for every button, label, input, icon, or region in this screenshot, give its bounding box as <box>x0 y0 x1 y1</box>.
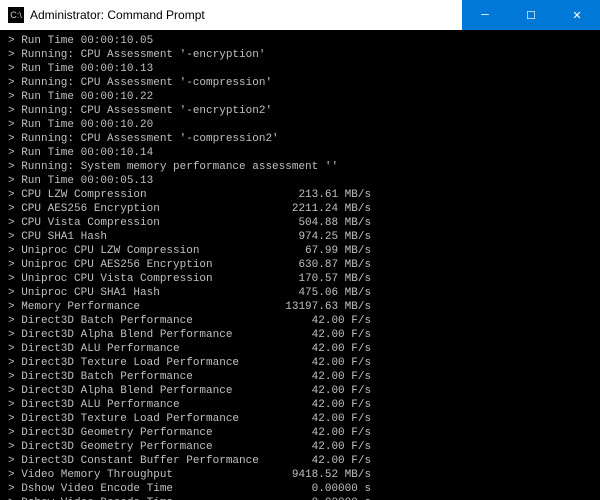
output-line: > Running: CPU Assessment '-encryption' <box>8 48 592 62</box>
output-line: > Running: CPU Assessment '-compression' <box>8 76 592 90</box>
result-line: > Direct3D Geometry Performance 42.00 F/… <box>8 440 592 454</box>
result-line: > Memory Performance 13197.63 MB/s <box>8 300 592 314</box>
result-line: > Dshow Video Decode Time 0.00000 s <box>8 496 592 500</box>
result-line: > CPU AES256 Encryption 2211.24 MB/s <box>8 202 592 216</box>
result-line: > CPU Vista Compression 504.88 MB/s <box>8 216 592 230</box>
maximize-button[interactable]: ☐ <box>508 0 554 30</box>
result-line: > Direct3D Batch Performance 42.00 F/s <box>8 370 592 384</box>
result-line: > Dshow Video Encode Time 0.00000 s <box>8 482 592 496</box>
maximize-icon: ☐ <box>526 9 536 22</box>
minimize-button[interactable]: ─ <box>462 0 508 30</box>
title-left: C:\ Administrator: Command Prompt <box>8 7 205 23</box>
result-line: > Uniproc CPU AES256 Encryption 630.87 M… <box>8 258 592 272</box>
output-line: > Run Time 00:00:05.13 <box>8 174 592 188</box>
result-line: > Uniproc CPU Vista Compression 170.57 M… <box>8 272 592 286</box>
window-controls: ─ ☐ ✕ <box>462 0 600 30</box>
result-line: > CPU LZW Compression 213.61 MB/s <box>8 188 592 202</box>
result-line: > Direct3D Batch Performance 42.00 F/s <box>8 314 592 328</box>
result-line: > Direct3D ALU Performance 42.00 F/s <box>8 342 592 356</box>
output-lines: > Run Time 00:00:10.05> Running: CPU Ass… <box>8 34 592 500</box>
titlebar[interactable]: C:\ Administrator: Command Prompt ─ ☐ ✕ <box>0 0 600 30</box>
result-line: > Uniproc CPU SHA1 Hash 475.06 MB/s <box>8 286 592 300</box>
output-line: > Running: CPU Assessment '-compression2… <box>8 132 592 146</box>
output-line: > Run Time 00:00:10.22 <box>8 90 592 104</box>
terminal-area[interactable]: > Run Time 00:00:10.05> Running: CPU Ass… <box>0 30 600 500</box>
output-line: > Run Time 00:00:10.14 <box>8 146 592 160</box>
result-line: > Direct3D ALU Performance 42.00 F/s <box>8 398 592 412</box>
result-line: > Direct3D Texture Load Performance 42.0… <box>8 412 592 426</box>
result-line: > Direct3D Alpha Blend Performance 42.00… <box>8 328 592 342</box>
result-line: > Uniproc CPU LZW Compression 67.99 MB/s <box>8 244 592 258</box>
result-line: > Direct3D Geometry Performance 42.00 F/… <box>8 426 592 440</box>
output-line: > Running: CPU Assessment '-encryption2' <box>8 104 592 118</box>
result-line: > Video Memory Throughput 9418.52 MB/s <box>8 468 592 482</box>
result-line: > CPU SHA1 Hash 974.25 MB/s <box>8 230 592 244</box>
output-line: > Run Time 00:00:10.13 <box>8 62 592 76</box>
output-line: > Running: System memory performance ass… <box>8 160 592 174</box>
cmd-icon: C:\ <box>8 7 24 23</box>
window-title: Administrator: Command Prompt <box>30 8 205 22</box>
output-line: > Run Time 00:00:10.05 <box>8 34 592 48</box>
result-line: > Direct3D Texture Load Performance 42.0… <box>8 356 592 370</box>
output-line: > Run Time 00:00:10.20 <box>8 118 592 132</box>
result-line: > Direct3D Alpha Blend Performance 42.00… <box>8 384 592 398</box>
result-line: > Direct3D Constant Buffer Performance 4… <box>8 454 592 468</box>
close-button[interactable]: ✕ <box>554 0 600 30</box>
close-icon: ✕ <box>572 9 581 22</box>
cmd-icon-label: C:\ <box>10 10 22 20</box>
minimize-icon: ─ <box>481 9 489 21</box>
